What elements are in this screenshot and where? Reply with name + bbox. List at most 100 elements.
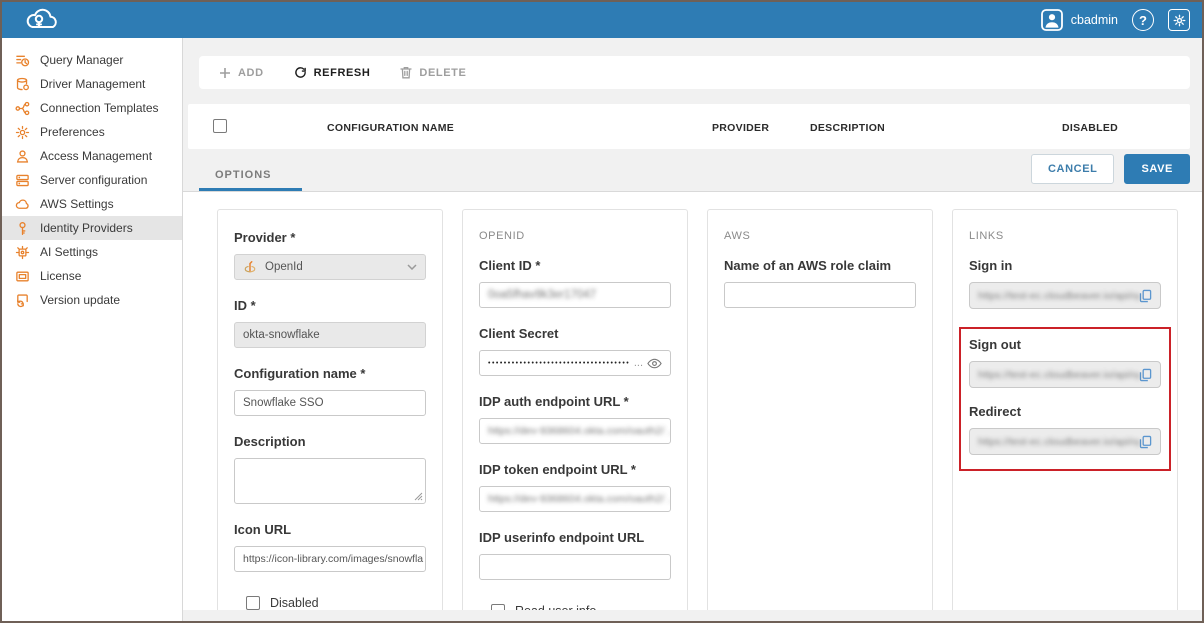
sidebar-item-label: License [40,269,81,283]
sidebar-item-label: Driver Management [40,77,145,91]
column-description[interactable]: DESCRIPTION [810,122,885,134]
reveal-password-button[interactable] [647,358,662,369]
icon-url-field[interactable]: https://icon-library.com/images/snowfla … [234,546,426,572]
client-id-label: Client ID * [479,258,671,273]
client-secret-field[interactable]: ••••••••••••••••••••••••••••••••••••••••… [479,350,671,376]
provider-label: Provider * [234,230,426,245]
client-id-value: 0oa5fhav9k3er17047 [488,289,596,301]
read-user-info-checkbox[interactable] [491,604,505,610]
links-section-title: LINKS [969,230,1161,242]
sign-in-value: https://test-ec.cloudbeaver.io/api/op ..… [978,290,1139,302]
app-header: cbadmin ? [2,2,1202,38]
sidebar-item-label: AWS Settings [40,197,114,211]
copy-icon [1139,289,1152,303]
redirect-label: Redirect [969,404,1161,419]
column-disabled[interactable]: DISABLED [1062,122,1118,134]
idp-auth-endpoint-value: https://dev-9368604.okta.com/oauth2/ ... [488,425,671,437]
tab-bar: OPTIONS CANCEL SAVE [183,149,1202,192]
openid-card: OPENID Client ID * 0oa5fhav9k3er17047 Cl… [462,209,688,610]
add-button[interactable]: ADD [219,67,264,79]
sidebar-item-label: Access Management [40,149,152,163]
ai-settings-icon [15,245,30,260]
sidebar-item-label: Connection Templates [40,101,159,115]
idp-token-endpoint-value: https://dev-9368604.okta.com/oauth2/ ... [488,493,671,505]
delete-button[interactable]: DELETE [400,66,466,79]
general-card: Provider * OpenId ID * [217,209,443,610]
server-configuration-icon [15,173,30,188]
copy-sign-out-button[interactable] [1139,368,1152,382]
idp-token-endpoint-field[interactable]: https://dev-9368604.okta.com/oauth2/ ... [479,486,671,512]
sign-out-field[interactable]: https://test-ec.cloudbeaver.io/api/op ..… [969,361,1161,388]
refresh-button[interactable]: REFRESH [294,66,371,79]
description-field[interactable] [234,458,426,504]
aws-role-claim-field[interactable] [724,282,916,308]
copy-icon [1139,435,1152,449]
sidebar-item-server-configuration[interactable]: Server configuration [2,168,182,192]
sign-in-label: Sign in [969,258,1161,273]
openid-icon [243,260,257,274]
toolbar: ADD REFRESH DELETE [199,56,1190,89]
refresh-button-label: REFRESH [314,67,371,79]
sidebar-item-ai-settings[interactable]: AI Settings [2,240,182,264]
delete-button-label: DELETE [419,67,466,79]
user-menu[interactable]: cbadmin [1041,9,1118,31]
help-icon[interactable]: ? [1132,9,1154,31]
save-button[interactable]: SAVE [1124,154,1190,184]
license-icon [15,269,30,284]
client-secret-mask: ••••••••••••••••••••••••••••••••••••••••… [488,360,630,367]
sidebar-item-access-management[interactable]: Access Management [2,144,182,168]
form-area: Provider * OpenId ID * [183,192,1202,610]
configuration-name-field[interactable]: Snowflake SSO [234,390,426,416]
trash-icon [400,66,412,79]
sign-in-field[interactable]: https://test-ec.cloudbeaver.io/api/op ..… [969,282,1161,309]
select-all-checkbox[interactable] [213,119,227,133]
client-secret-label: Client Secret [479,326,671,341]
refresh-icon [294,66,307,79]
client-id-field[interactable]: 0oa5fhav9k3er17047 [479,282,671,308]
sidebar-item-label: Version update [40,293,120,307]
provider-value: OpenId [265,261,303,273]
disabled-checkbox[interactable] [246,596,260,610]
links-card: LINKS Sign in https://test-ec.cloudbeave… [952,209,1178,610]
sidebar-item-aws-settings[interactable]: AWS Settings [2,192,182,216]
column-provider[interactable]: PROVIDER [712,122,769,134]
settings-gear-icon[interactable] [1168,9,1190,31]
copy-sign-in-button[interactable] [1139,289,1152,303]
identity-providers-icon [15,221,30,236]
add-button-label: ADD [238,67,264,79]
sidebar-item-label: Server configuration [40,173,147,187]
sidebar-item-label: AI Settings [40,245,98,259]
column-configuration-name[interactable]: CONFIGURATION NAME [327,122,454,134]
sidebar-item-driver-management[interactable]: Driver Management [2,72,182,96]
sign-out-value: https://test-ec.cloudbeaver.io/api/op ..… [978,369,1139,381]
resize-handle[interactable] [414,492,423,501]
sidebar-item-identity-providers[interactable]: Identity Providers [2,216,182,240]
copy-icon [1139,368,1152,382]
idp-auth-endpoint-label: IDP auth endpoint URL * [479,394,671,409]
idp-userinfo-endpoint-field[interactable] [479,554,671,580]
cloudbeaver-logo-icon[interactable] [24,7,60,34]
idp-auth-endpoint-field[interactable]: https://dev-9368604.okta.com/oauth2/ ... [479,418,671,444]
openid-section-title: OPENID [479,230,671,242]
eye-icon [647,358,662,369]
id-field[interactable]: okta-snowflake [234,322,426,348]
app-window: cbadmin ? Query Manager [0,0,1204,623]
read-user-info-label: Read user info [515,604,596,610]
chevron-down-icon [407,264,417,270]
sidebar-item-connection-templates[interactable]: Connection Templates [2,96,182,120]
table-header: CONFIGURATION NAME PROVIDER DESCRIPTION … [188,104,1190,149]
redirect-field[interactable]: https://test-ec.cloudbeaver.io/api/op ..… [969,428,1161,455]
sidebar-item-version-update[interactable]: Version update [2,288,182,312]
icon-url-label: Icon URL [234,522,426,537]
sidebar-item-query-manager[interactable]: Query Manager [2,48,182,72]
provider-select[interactable]: OpenId [234,254,426,280]
aws-section-title: AWS [724,230,916,242]
connection-templates-icon [15,101,30,116]
copy-redirect-button[interactable] [1139,435,1152,449]
sidebar-item-license[interactable]: License [2,264,182,288]
tab-options[interactable]: OPTIONS [199,161,302,191]
preferences-icon [15,125,30,140]
cancel-button[interactable]: CANCEL [1031,154,1114,184]
sidebar-item-preferences[interactable]: Preferences [2,120,182,144]
sidebar-item-label: Query Manager [40,53,123,67]
